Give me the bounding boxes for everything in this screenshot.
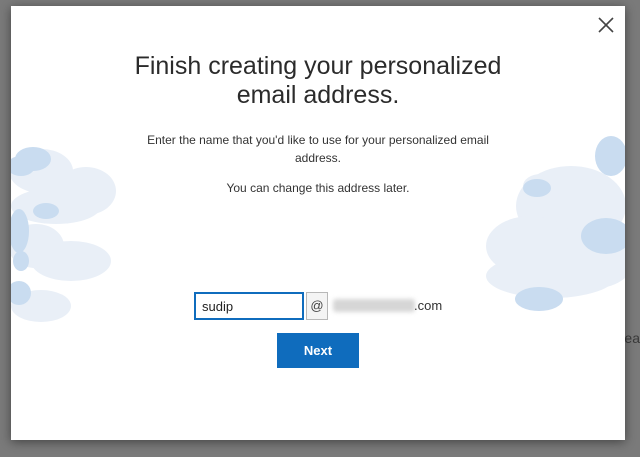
personalized-email-dialog: Finish creating your personalized email … [11,6,625,440]
background-partial-text: ea [624,330,640,346]
close-button[interactable] [595,14,617,36]
next-button[interactable]: Next [277,333,359,368]
domain-name-redacted [333,299,415,312]
dialog-hint: You can change this address later. [226,181,410,195]
email-name-input[interactable] [194,292,304,320]
dialog-description: Enter the name that you'd like to use fo… [147,133,489,165]
close-icon [598,17,614,33]
domain-suffix: .com [414,298,443,313]
at-symbol-box: @ [306,292,328,320]
dialog-title: Finish creating your personalized email … [134,52,502,109]
